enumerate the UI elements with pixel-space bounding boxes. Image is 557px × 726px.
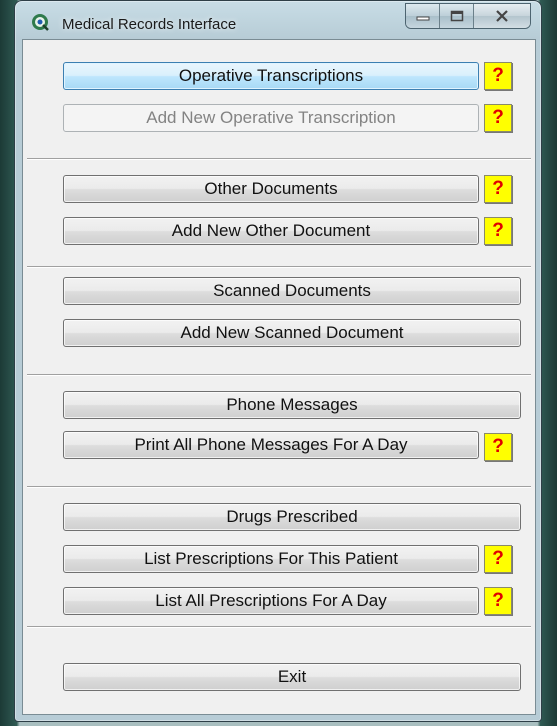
help-button-other-documents[interactable]: ?: [484, 175, 512, 203]
add-scanned-document-button[interactable]: Add New Scanned Document: [63, 319, 521, 347]
list-prescriptions-patient-button[interactable]: List Prescriptions For This Patient: [63, 545, 479, 573]
add-operative-transcription-button[interactable]: Add New Operative Transcription: [63, 104, 479, 132]
help-button-operative-transcriptions[interactable]: ?: [484, 62, 512, 90]
group-drugs-prescribed: Drugs Prescribed List Prescriptions For …: [27, 486, 531, 625]
help-question-icon: ?: [492, 548, 504, 569]
main-panel: Operative Transcriptions ? Add New Opera…: [22, 39, 536, 715]
maximize-button[interactable]: [440, 4, 474, 28]
group-phone-messages: Phone Messages Print All Phone Messages …: [27, 374, 531, 483]
window-controls: [405, 3, 531, 29]
app-icon: [32, 14, 49, 31]
other-documents-button[interactable]: Other Documents: [63, 175, 479, 203]
app-window: Medical Records Interface Operative Tran…: [14, 0, 542, 722]
help-question-icon: ?: [492, 65, 504, 86]
help-question-icon: ?: [492, 590, 504, 611]
group-scanned-documents: Scanned Documents Add New Scanned Docume…: [27, 266, 531, 373]
scanned-documents-button[interactable]: Scanned Documents: [63, 277, 521, 305]
list-prescriptions-day-button[interactable]: List All Prescriptions For A Day: [63, 587, 479, 615]
group-other-documents: Other Documents ? Add New Other Document…: [27, 158, 531, 265]
maximize-icon: [450, 10, 463, 22]
minimize-button[interactable]: [406, 4, 440, 28]
help-button-add-operative-transcription[interactable]: ?: [484, 104, 512, 132]
close-button[interactable]: [474, 4, 530, 28]
help-button-print-phone-messages[interactable]: ?: [484, 433, 512, 461]
minimize-icon: [416, 16, 429, 21]
operative-transcriptions-button[interactable]: Operative Transcriptions: [63, 62, 479, 90]
help-question-icon: ?: [492, 107, 504, 128]
help-question-icon: ?: [492, 220, 504, 241]
help-button-list-prescriptions-day[interactable]: ?: [484, 587, 512, 615]
group-exit: Exit: [27, 626, 531, 711]
help-question-icon: ?: [492, 436, 504, 457]
add-other-document-button[interactable]: Add New Other Document: [63, 217, 479, 245]
drugs-prescribed-button[interactable]: Drugs Prescribed: [63, 503, 521, 531]
help-button-list-prescriptions-patient[interactable]: ?: [484, 545, 512, 573]
phone-messages-button[interactable]: Phone Messages: [63, 391, 521, 419]
close-icon: [496, 10, 508, 22]
print-phone-messages-button[interactable]: Print All Phone Messages For A Day: [63, 431, 479, 459]
title-bar[interactable]: Medical Records Interface: [15, 1, 541, 41]
help-question-icon: ?: [492, 178, 504, 199]
group-operative-transcriptions: Operative Transcriptions ? Add New Opera…: [27, 46, 531, 154]
exit-button[interactable]: Exit: [63, 663, 521, 691]
window-title: Medical Records Interface: [62, 16, 237, 33]
help-button-add-other-document[interactable]: ?: [484, 217, 512, 245]
